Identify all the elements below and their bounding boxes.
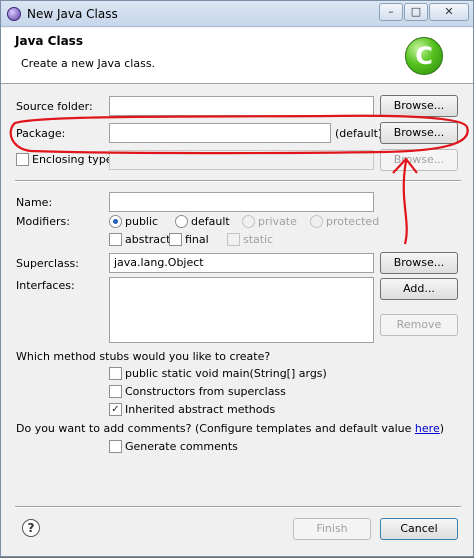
source-folder-input[interactable] — [109, 96, 374, 116]
public-label: public — [125, 215, 159, 228]
private-label: private — [258, 215, 297, 228]
package-label: Package: — [16, 127, 66, 140]
generate-comments-label: Generate comments — [125, 440, 238, 453]
superclass-browse-button[interactable]: Browse... — [380, 252, 458, 274]
new-java-class-dialog: New Java Class – □ ✕ Java Class Create a… — [0, 0, 474, 557]
maximize-button[interactable]: □ — [404, 3, 428, 21]
default-radio[interactable] — [175, 215, 188, 228]
static-label: static — [243, 233, 274, 246]
name-input[interactable] — [109, 192, 374, 212]
package-browse-button[interactable]: Browse... — [380, 122, 458, 144]
comments-question: Do you want to add comments? (Configure … — [16, 422, 444, 435]
inherited-methods-checkbox[interactable]: ✓ — [109, 403, 122, 416]
window-title: New Java Class — [27, 7, 118, 21]
minimize-button[interactable]: – — [379, 3, 403, 21]
java-class-icon: C — [405, 37, 443, 75]
final-checkbox[interactable] — [169, 233, 182, 246]
static-checkbox[interactable] — [227, 233, 240, 246]
abstract-checkbox[interactable] — [109, 233, 122, 246]
method-stubs-question: Which method stubs would you like to cre… — [16, 350, 271, 363]
finish-button[interactable]: Finish — [293, 518, 371, 540]
eclipse-icon — [7, 7, 21, 21]
constructors-label: Constructors from superclass — [125, 385, 286, 398]
enclosing-type-browse-button[interactable]: Browse... — [380, 149, 458, 171]
superclass-label: Superclass: — [16, 257, 79, 270]
enclosing-type-label: Enclosing type: — [32, 153, 117, 166]
add-interface-button[interactable]: Add... — [380, 278, 458, 300]
close-button[interactable]: ✕ — [429, 3, 469, 21]
abstract-label: abstract — [125, 233, 171, 246]
comments-question-text: Do you want to add comments? (Configure … — [16, 422, 415, 435]
enclosing-type-input[interactable] — [109, 150, 374, 170]
main-method-label: public static void main(String[] args) — [125, 367, 327, 380]
title-bar: New Java Class – □ ✕ — [1, 1, 473, 27]
constructors-checkbox[interactable] — [109, 385, 122, 398]
wizard-header: Java Class Create a new Java class. C — [1, 28, 473, 84]
remove-interface-button[interactable]: Remove — [380, 314, 458, 336]
page-subtitle: Create a new Java class. — [21, 57, 156, 70]
interfaces-label: Interfaces: — [16, 279, 75, 292]
enclosing-type-checkbox[interactable] — [16, 153, 29, 166]
final-label: final — [185, 233, 209, 246]
private-radio[interactable] — [242, 215, 255, 228]
name-label: Name: — [16, 196, 53, 209]
public-radio[interactable] — [109, 215, 122, 228]
package-input[interactable] — [109, 123, 331, 143]
footer-separator — [15, 506, 461, 508]
inherited-methods-label: Inherited abstract methods — [125, 403, 276, 416]
cancel-button[interactable]: Cancel — [380, 518, 458, 540]
main-method-checkbox[interactable] — [109, 367, 122, 380]
default-label: default — [191, 215, 230, 228]
superclass-input[interactable]: java.lang.Object — [109, 253, 374, 273]
page-title: Java Class — [15, 34, 83, 48]
generate-comments-checkbox[interactable] — [109, 440, 122, 453]
modifiers-label: Modifiers: — [16, 215, 70, 228]
separator — [15, 180, 461, 182]
protected-radio[interactable] — [310, 215, 323, 228]
source-folder-label: Source folder: — [16, 100, 93, 113]
source-folder-browse-button[interactable]: Browse... — [380, 95, 458, 117]
configure-templates-link[interactable]: here — [415, 422, 440, 435]
protected-label: protected — [326, 215, 380, 228]
comments-question-suffix: ) — [439, 422, 445, 435]
help-icon[interactable]: ? — [22, 519, 40, 537]
interfaces-list[interactable] — [109, 277, 374, 343]
package-default-text: (default) — [335, 127, 383, 140]
annotation-arrow — [402, 160, 408, 245]
